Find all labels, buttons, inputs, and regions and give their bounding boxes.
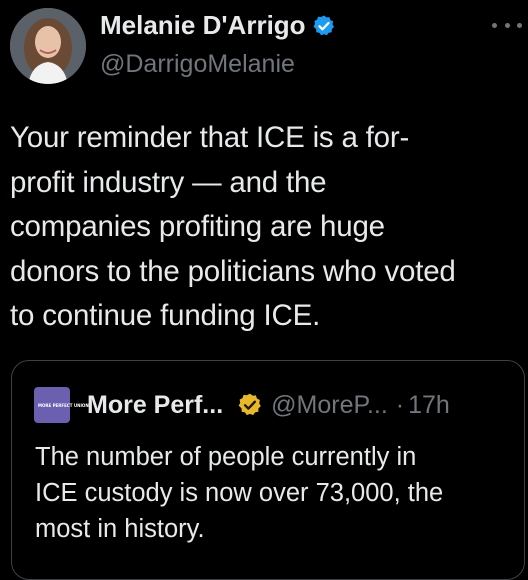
- quoted-tweet[interactable]: MORE PERFECT UNION More Perf... @MoreP..…: [11, 360, 525, 580]
- quoted-author-name[interactable]: More Perf...: [87, 391, 223, 420]
- author-avatar-image: [10, 8, 86, 84]
- author-name[interactable]: Melanie D'Arrigo: [100, 10, 336, 41]
- quoted-tweet-header: MORE PERFECT UNION More Perf... @MoreP..…: [34, 387, 450, 423]
- quoted-avatar-logo: MORE PERFECT UNION: [38, 402, 89, 408]
- quoted-tweet-text: The number of people currently in ICE cu…: [35, 443, 444, 543]
- quoted-timestamp[interactable]: 17h: [408, 391, 450, 420]
- more-dot: [492, 22, 497, 28]
- verified-badge-icon: [313, 15, 334, 35]
- more-dot: [517, 22, 522, 28]
- more-options-icon[interactable]: [492, 16, 522, 34]
- separator-dot: ·: [395, 390, 405, 419]
- author-name-text: Melanie D'Arrigo: [100, 10, 306, 40]
- tweet-text: Your reminder that ICE is a for- profit …: [10, 121, 456, 332]
- tweet-card[interactable]: Melanie D'Arrigo @DarrigoMelanie Your re…: [0, 0, 528, 580]
- author-avatar[interactable]: [10, 8, 86, 84]
- quoted-author-handle[interactable]: @MoreP...: [271, 391, 388, 420]
- author-handle[interactable]: @DarrigoMelanie: [100, 50, 295, 79]
- more-dot: [504, 22, 510, 28]
- gold-verified-badge-icon: [238, 393, 261, 416]
- quoted-author-avatar[interactable]: MORE PERFECT UNION: [34, 387, 89, 423]
